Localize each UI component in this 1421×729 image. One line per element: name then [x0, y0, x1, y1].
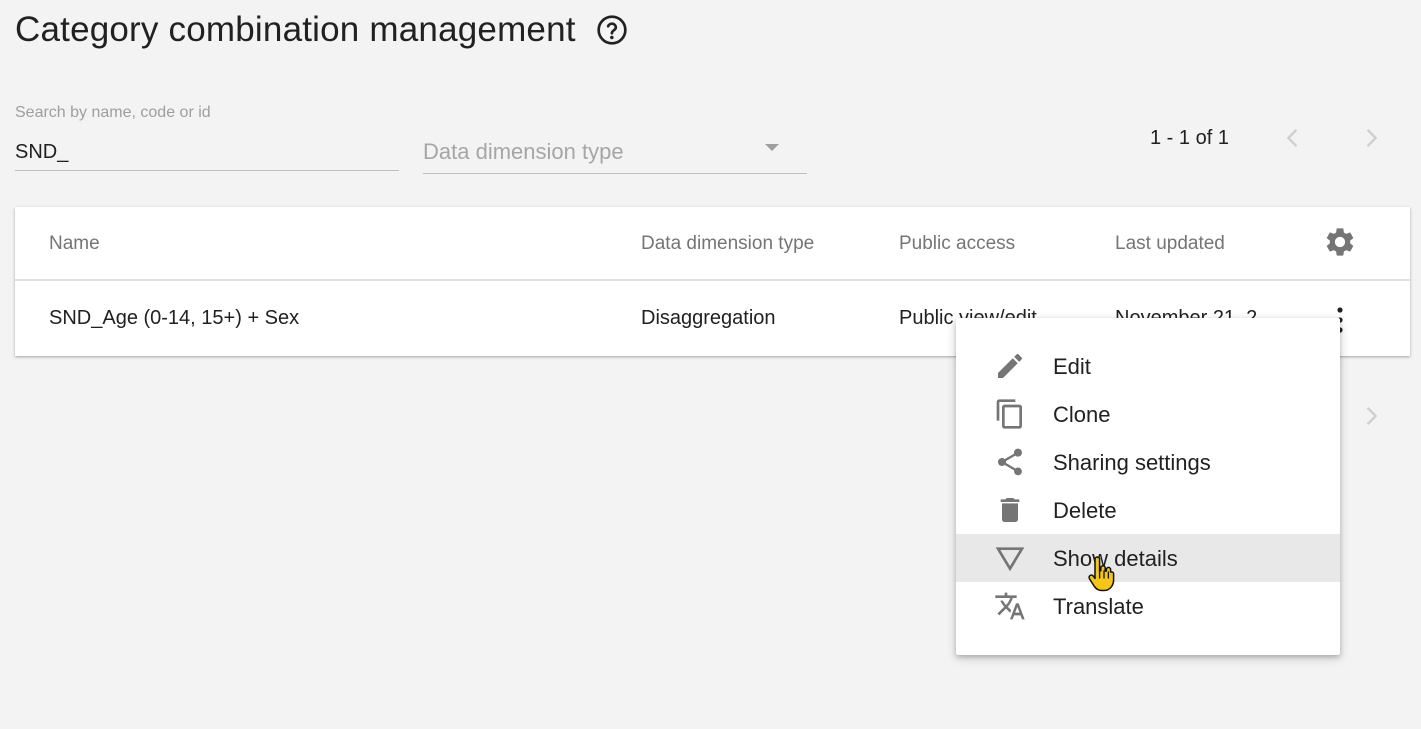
menu-item-label: Sharing settings	[1053, 450, 1211, 475]
triangle-down-icon	[994, 542, 1026, 574]
menu-item-delete[interactable]: Delete	[956, 486, 1340, 534]
page-title: Category combination management	[15, 10, 576, 49]
menu-item-translate[interactable]: Translate	[956, 582, 1340, 630]
share-icon	[994, 446, 1026, 478]
chevron-right-icon[interactable]	[1357, 124, 1385, 152]
translate-icon	[994, 590, 1026, 622]
copy-icon	[994, 398, 1026, 430]
pager: 1 - 1 of 1	[1150, 122, 1229, 154]
column-header-last-updated[interactable]: Last updated	[1115, 233, 1225, 255]
column-header-public-access[interactable]: Public access	[899, 233, 1015, 255]
select-placeholder: Data dimension type	[423, 139, 624, 164]
title-row: Category combination management	[15, 10, 628, 50]
menu-item-label: Show details	[1053, 546, 1178, 571]
search-input[interactable]	[15, 134, 399, 171]
chevron-right-icon[interactable]	[1357, 402, 1385, 430]
help-icon[interactable]	[596, 14, 628, 46]
column-header-data-dimension-type[interactable]: Data dimension type	[641, 233, 814, 255]
chevron-left-icon[interactable]	[1279, 124, 1307, 152]
pencil-icon	[994, 350, 1026, 382]
cell-name: SND_Age (0-14, 15+) + Sex	[49, 307, 300, 329]
trash-icon	[994, 494, 1026, 526]
gear-icon[interactable]	[1323, 225, 1357, 259]
search-label: Search by name, code or id	[15, 104, 211, 121]
search-field: Search by name, code or id	[15, 104, 399, 173]
menu-item-clone[interactable]: Clone	[956, 390, 1340, 438]
menu-item-label: Delete	[1053, 498, 1117, 523]
menu-item-label: Translate	[1053, 594, 1144, 619]
menu-item-edit[interactable]: Edit	[956, 342, 1340, 390]
menu-item-label: Clone	[1053, 402, 1111, 427]
menu-list: Edit Clone Sharing settings Delete Show …	[956, 342, 1340, 630]
data-dimension-type-select[interactable]: Data dimension type	[423, 130, 807, 174]
cell-data-dimension-type: Disaggregation	[641, 307, 776, 329]
pager-text: 1 - 1 of 1	[1150, 126, 1229, 149]
menu-item-sharing-settings[interactable]: Sharing settings	[956, 438, 1340, 486]
context-menu: Edit Clone Sharing settings Delete Show …	[956, 318, 1340, 655]
menu-item-label: Edit	[1053, 354, 1091, 379]
menu-item-show-details[interactable]: Show details	[956, 534, 1340, 582]
dropdown-arrow-icon	[765, 144, 779, 151]
table-header: Name Data dimension type Public access L…	[15, 207, 1410, 281]
column-header-name[interactable]: Name	[49, 233, 100, 255]
